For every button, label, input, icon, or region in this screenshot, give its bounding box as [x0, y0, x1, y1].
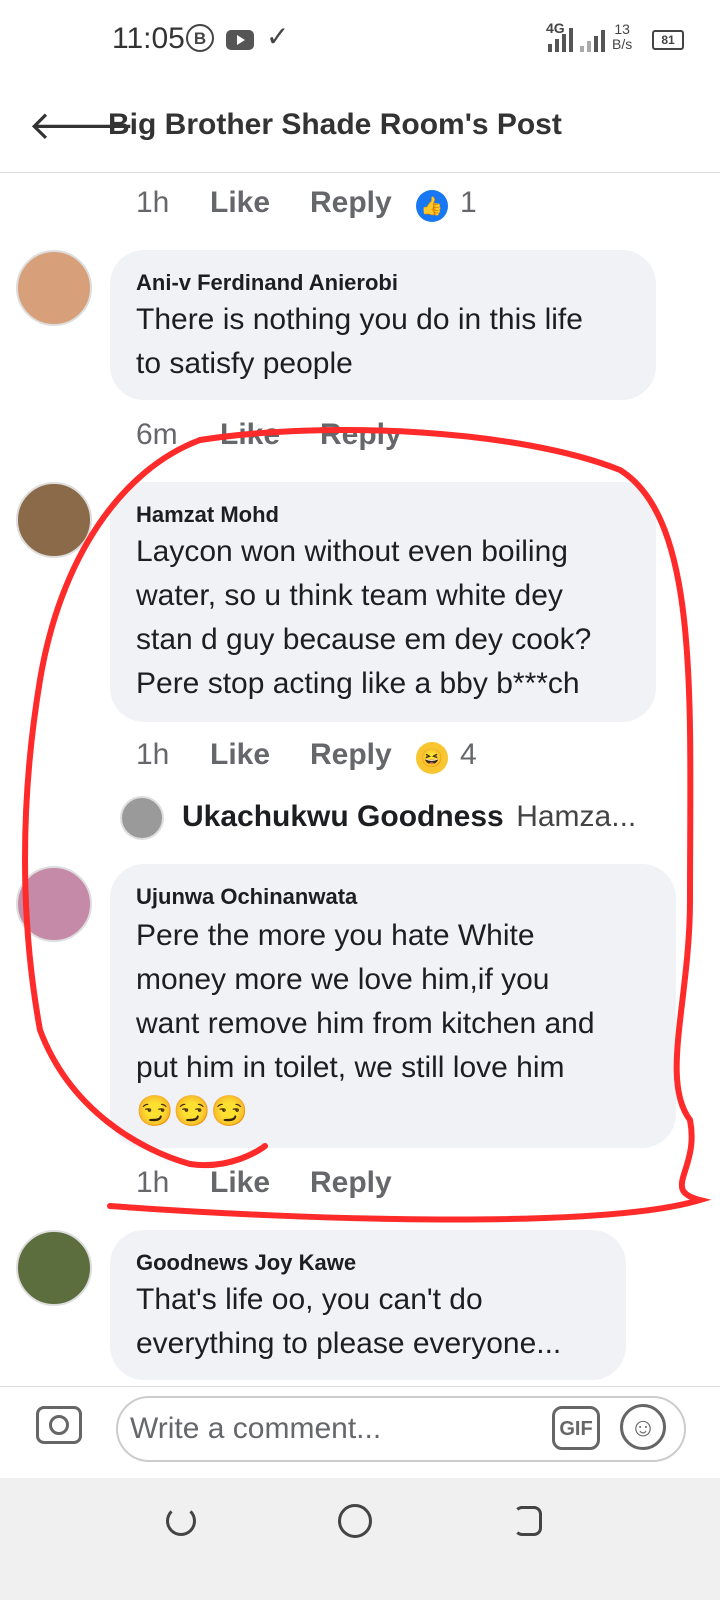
- comment-text: That's life oo, you can't do everything …: [136, 1278, 561, 1366]
- like-button[interactable]: Like: [220, 418, 280, 452]
- comment-bubble[interactable]: Goodnews Joy Kawe That's life oo, you ca…: [110, 1230, 626, 1380]
- reply-button[interactable]: Reply: [310, 738, 392, 772]
- page-title: Big Brother Shade Room's Post: [108, 108, 562, 141]
- laugh-reaction-icon[interactable]: 😆: [416, 742, 448, 774]
- comment-bubble[interactable]: Hamzat Mohd Laycon won without even boil…: [110, 482, 656, 722]
- comment-line: Pere stop acting like a bby b***ch: [136, 667, 580, 700]
- comment-author[interactable]: Ujunwa Ochinanwata: [136, 884, 357, 910]
- avatar[interactable]: [16, 482, 92, 558]
- comment-input-placeholder: Write a comment...: [130, 1412, 382, 1445]
- comment-line: put him in toilet, we still love him: [136, 1051, 565, 1084]
- avatar[interactable]: [16, 250, 92, 326]
- like-button[interactable]: Like: [210, 738, 270, 772]
- comment-text: There is nothing you do in this life to …: [136, 298, 583, 386]
- comment-line: money more we love him,if you: [136, 963, 550, 996]
- comment-author[interactable]: Ani-v Ferdinand Anierobi: [136, 270, 398, 296]
- comment-line: Pere the more you hate White: [136, 919, 535, 952]
- comment-meta-previous: 1h: [136, 186, 169, 220]
- comment-line: to satisfy people: [136, 347, 353, 380]
- comment-line: That's life oo, you can't do: [136, 1283, 483, 1316]
- reply-author: Ukachukwu Goodness: [182, 800, 504, 833]
- comment-line: stan d guy because em dey cook?: [136, 623, 592, 656]
- nav-recents-icon[interactable]: [514, 1506, 542, 1536]
- signal-2-icon: [580, 28, 610, 52]
- comment-time: 1h: [136, 738, 170, 771]
- comment-time: 1h: [136, 1166, 170, 1199]
- nav-back-icon[interactable]: [166, 1506, 196, 1536]
- status-bar: 11:05 B ✓ 4G 13 B/s 81: [0, 0, 720, 80]
- like-button[interactable]: Like: [210, 1166, 270, 1200]
- avatar[interactable]: [16, 866, 92, 942]
- reply-preview[interactable]: Ukachukwu Goodness Hamza...: [182, 800, 662, 834]
- b-circle-icon: B: [186, 24, 214, 52]
- nav-home-icon[interactable]: [338, 1504, 372, 1538]
- thumbs-up-reaction-icon[interactable]: 👍: [416, 190, 448, 222]
- comment-emoji-line: 😏😏😏: [136, 1095, 249, 1128]
- reply-button[interactable]: Reply: [310, 1166, 392, 1200]
- net-speed-unit: B/s: [612, 36, 633, 52]
- avatar[interactable]: [16, 1230, 92, 1306]
- status-time: 11:05: [112, 22, 185, 55]
- signal-icon: [548, 28, 578, 52]
- youtube-icon: [226, 30, 254, 50]
- gif-button[interactable]: GIF: [552, 1406, 600, 1450]
- reply-avatar[interactable]: [120, 796, 164, 840]
- comment-bubble[interactable]: Ani-v Ferdinand Anierobi There is nothin…: [110, 250, 656, 400]
- comment-text: Laycon won without even boiling water, s…: [136, 530, 591, 706]
- comment-line: Laycon won without even boiling: [136, 535, 568, 568]
- comment-time: 6m: [136, 418, 178, 451]
- comment-bubble[interactable]: Ujunwa Ochinanwata Pere the more you hat…: [110, 864, 676, 1148]
- download-check-icon: ✓: [266, 21, 290, 52]
- reaction-count[interactable]: 1: [460, 186, 477, 220]
- comment-author[interactable]: Hamzat Mohd: [136, 502, 279, 528]
- comment-time: 1h: [136, 186, 170, 219]
- net-speed-value: 13: [614, 21, 630, 37]
- comment-line: everything to please everyone...: [136, 1327, 562, 1360]
- like-button[interactable]: Like: [210, 186, 270, 220]
- reaction-count[interactable]: 4: [460, 738, 477, 772]
- camera-icon[interactable]: [36, 1406, 82, 1444]
- comment-author[interactable]: Goodnews Joy Kawe: [136, 1250, 356, 1276]
- reply-button[interactable]: Reply: [320, 418, 402, 452]
- comment-line: There is nothing you do in this life: [136, 303, 583, 336]
- emoji-icon[interactable]: ☺: [620, 1404, 666, 1450]
- comment-text: Pere the more you hate White money more …: [136, 914, 595, 1134]
- battery-icon: 81: [652, 30, 684, 50]
- reply-snippet: Hamza...: [516, 800, 637, 833]
- comment-input[interactable]: Write a comment...: [116, 1396, 686, 1462]
- comment-line: water, so u think team white dey: [136, 579, 563, 612]
- reply-button[interactable]: Reply: [310, 186, 392, 220]
- net-speed: 13 B/s: [612, 22, 632, 52]
- comment-line: want remove him from kitchen and: [136, 1007, 595, 1040]
- system-nav-bar: [0, 1478, 720, 1600]
